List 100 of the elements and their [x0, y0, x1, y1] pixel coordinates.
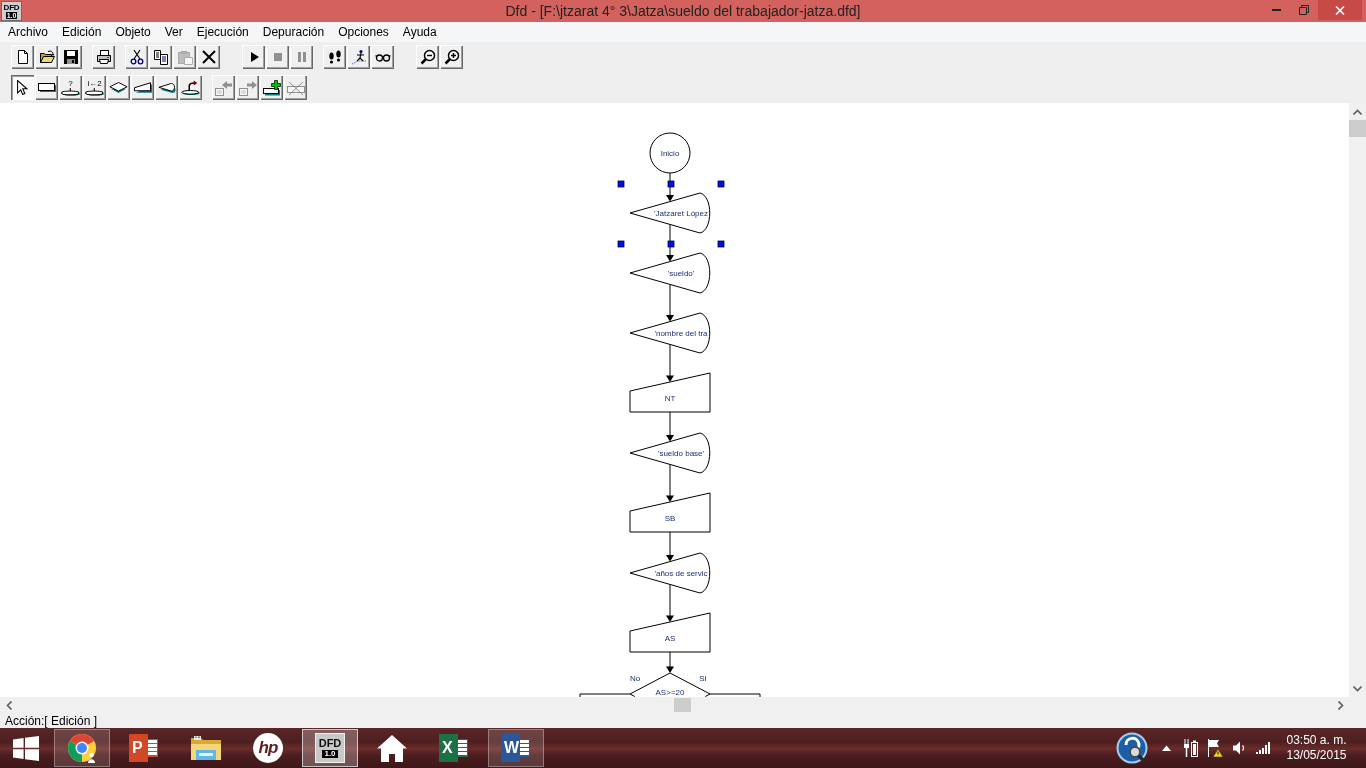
watch-button[interactable] — [371, 45, 394, 69]
taskbar-app-button[interactable]: hp — [240, 729, 296, 767]
chevron-down-icon — [1353, 685, 1362, 692]
branch-label: SI — [699, 673, 707, 683]
node-text: AS — [664, 633, 676, 643]
node-text: 'años de servic — [654, 568, 708, 578]
flag-warning-icon[interactable] — [1207, 739, 1223, 757]
cut-button[interactable] — [125, 45, 148, 69]
menu-item[interactable]: Ejecución — [189, 25, 256, 39]
right-arrow-box-icon — [237, 79, 258, 96]
taskbar-app-button[interactable]: W — [488, 729, 544, 767]
left-arrow-box-icon — [213, 79, 234, 96]
version-text: 1.0 — [322, 750, 338, 758]
clipboard-icon — [176, 49, 193, 65]
insert-button[interactable] — [260, 75, 283, 100]
node-text: 'nombre del tra — [654, 328, 708, 338]
running-figure-icon — [350, 49, 367, 65]
clock-time: 03:50 a. m. — [1286, 733, 1347, 748]
selection-handle[interactable] — [617, 240, 625, 248]
speaker-icon[interactable] — [1233, 741, 1245, 755]
teardrop-icon — [157, 82, 176, 93]
node-text: NT — [664, 393, 676, 403]
read-tool[interactable] — [131, 75, 154, 100]
menu-item[interactable]: Edición — [55, 25, 109, 39]
crossed-bar-icon — [285, 79, 306, 96]
start-icon — [12, 735, 39, 761]
folder-icon — [190, 734, 222, 762]
run-button[interactable] — [242, 45, 265, 69]
pointer-tool[interactable] — [11, 75, 34, 100]
node-text: SB — [664, 513, 676, 523]
printer-icon — [95, 49, 112, 65]
save-button[interactable] — [59, 45, 82, 69]
letter-tile-logo: P — [129, 734, 159, 762]
selection-handle[interactable] — [617, 180, 625, 188]
menu-item[interactable]: Ayuda — [395, 25, 444, 39]
node-text: 'sueldo' — [667, 268, 695, 278]
chevron-up-icon — [1353, 108, 1362, 115]
chevron-right-icon — [1337, 700, 1344, 710]
signal-bars-icon[interactable] — [1256, 742, 1271, 754]
branch-label: No — [629, 673, 641, 683]
scrollbar-thumb[interactable] — [1349, 120, 1366, 137]
selection-handle[interactable] — [667, 240, 675, 248]
taskbar-app-button[interactable]: P — [116, 729, 172, 767]
node-text: 'sueldo base' — [657, 448, 705, 458]
clock-date: 13/05/2015 — [1286, 748, 1347, 763]
while-tool[interactable]: ? — [59, 75, 82, 100]
zoom-in-icon — [443, 49, 460, 65]
menu-item[interactable]: Depuración — [255, 25, 332, 39]
close-icon — [1335, 5, 1345, 15]
zoom-out-button[interactable] — [416, 45, 439, 69]
diamond-icon — [109, 82, 128, 93]
assignment-tool[interactable] — [35, 75, 58, 100]
tray-arrow-icon — [181, 80, 200, 95]
footprints-icon — [326, 49, 343, 65]
delete-button[interactable] — [197, 45, 220, 69]
menu-item[interactable]: Archivo — [1, 25, 55, 39]
new-button[interactable] — [11, 45, 34, 69]
restore-icon — [1299, 5, 1309, 15]
window-title: Dfd - [F:\jtzarat 4° 3\Jatza\sueldo del trabajador-jatza.dfd] — [505, 3, 861, 19]
write-tool[interactable] — [155, 75, 178, 100]
logo-text: DFD — [318, 738, 342, 749]
for-tool[interactable]: i←2 — [83, 75, 106, 100]
menu-item[interactable]: Opciones — [331, 25, 396, 39]
up-caret-icon[interactable] — [1162, 745, 1171, 751]
chevron-left-icon — [5, 700, 12, 710]
call-tool[interactable] — [179, 75, 202, 100]
decision-tool[interactable] — [107, 75, 130, 100]
help-magnifier-icon[interactable] — [1116, 732, 1150, 764]
color-ring-icon — [67, 733, 97, 763]
trace-button[interactable] — [347, 45, 370, 69]
print-button[interactable] — [92, 45, 115, 69]
arrow-pointer-icon — [17, 80, 28, 95]
zoom-out-icon — [419, 49, 436, 65]
selection-handle[interactable] — [667, 180, 675, 188]
node-text: 'Jatzaret López — [654, 208, 708, 218]
node-text: AS>=20 — [655, 687, 685, 697]
close-button[interactable] — [1318, 0, 1362, 20]
scissors-icon — [128, 49, 145, 65]
letter-tile-logo: W — [501, 734, 531, 762]
selection-handle[interactable] — [717, 180, 725, 188]
menu-item[interactable]: Objeto — [108, 25, 158, 39]
node-text: Inicio — [660, 148, 680, 158]
step-button[interactable] — [323, 45, 346, 69]
tray-icon — [85, 87, 104, 96]
taskbar-app-button[interactable]: DFD 1.0 — [302, 729, 358, 767]
two-pages-icon — [152, 49, 169, 65]
open-folder-icon — [38, 49, 55, 65]
plug-battery-icon[interactable] — [1183, 739, 1198, 757]
taskbar-app-button[interactable]: X — [426, 729, 482, 767]
open-button[interactable] — [35, 45, 58, 69]
zoom-in-button[interactable] — [440, 45, 463, 69]
menu-item[interactable]: Ver — [157, 25, 190, 39]
tray-icon — [61, 87, 80, 96]
scrollbar-thumb[interactable] — [674, 698, 691, 712]
taskbar-app-button[interactable] — [54, 729, 110, 767]
minimize-icon — [1271, 9, 1281, 11]
selection-handle[interactable] — [717, 240, 725, 248]
status-text: Acción:[ Edición ] — [5, 713, 98, 728]
letter-tile-logo: X — [439, 734, 469, 762]
copy-button[interactable] — [149, 45, 172, 69]
